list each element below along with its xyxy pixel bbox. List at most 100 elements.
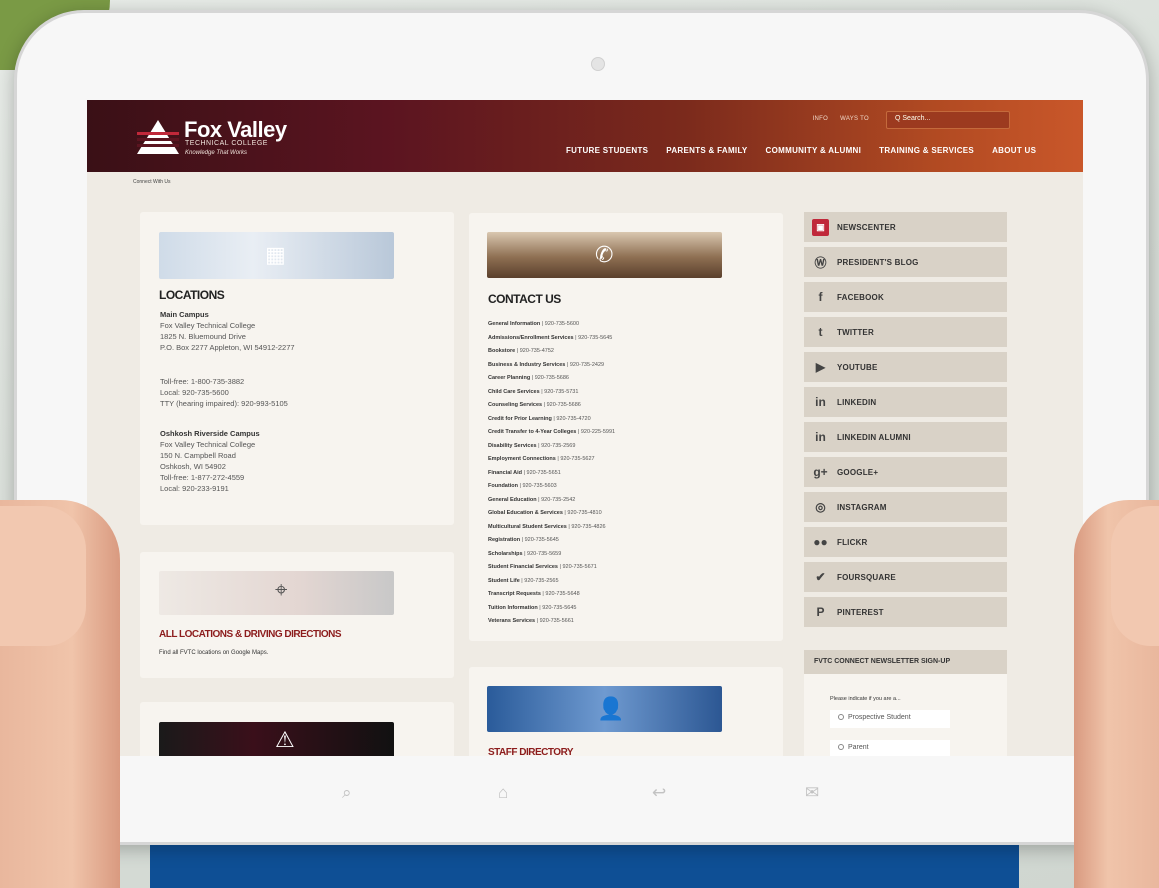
nav-parents-family[interactable]: PARENTS & FAMILY [666,146,747,155]
mail-icon[interactable]: ✉ [805,783,819,803]
contact-row: Credit Transfer to 4-Year Colleges | 920… [488,429,616,435]
contact-phone[interactable]: 920-735-4720 [556,416,590,422]
social-link-instagram[interactable]: ◎ INSTAGRAM [804,492,1007,522]
alert-panel: ⚠ [140,702,454,756]
contact-title: CONTACT US [488,292,561,306]
contact-name: Credit Transfer to 4-Year Colleges [488,429,577,435]
twitter-icon: t [818,325,823,339]
contact-phone[interactable]: 920-735-2569 [541,443,575,449]
social-link-google[interactable]: g+ GOOGLE+ [804,457,1007,487]
social-link-twitter[interactable]: t TWITTER [804,317,1007,347]
contact-name: Business & Industry Services [488,361,566,368]
contact-phone[interactable]: 920-735-5645 [525,537,559,543]
site-logo-subtitle: TECHNICAL COLLEGE [185,140,268,147]
building-icon: ▦ [265,242,286,267]
radio-button[interactable] [838,714,844,720]
contact-list: General Information | 920-735-5600 Admiss… [488,318,778,629]
pinterest-icon: P [816,605,825,619]
contact-name: Veterans Services [488,618,536,624]
left-thumb [0,506,86,646]
staff-directory-image[interactable]: 👤 [487,686,722,732]
phone-line: Local: 920-735-5600 [160,388,229,397]
search-icon[interactable]: ⌕ [342,783,352,803]
search-input[interactable]: Q Search... [886,111,1010,129]
contact-phone[interactable]: 920-735-5627 [560,456,594,462]
newsletter-option-parent[interactable]: Parent [830,740,950,756]
contact-name: Counseling Services [488,402,543,408]
radio-button[interactable] [838,744,844,750]
contact-row: Registration | 920-735-5645 [488,537,559,543]
main-campus-block: Main Campus Fox Valley Technical College… [160,309,360,353]
contact-phone[interactable]: 920-735-5659 [527,551,561,557]
contact-phone[interactable]: 920-735-5731 [544,389,578,395]
social-sidebar: ▣ NEWSCENTER Ⓦ PRESIDENT'S BLOG f FACEBOOK t TW… [804,212,1007,632]
instagram-icon: ◎ [815,500,826,514]
contact-phone[interactable]: 920-735-4826 [571,524,605,530]
contact-phone[interactable]: 920-735-2542 [541,497,575,503]
driving-directions-text: Find all FVTC locations on Google Maps. [159,650,269,656]
contact-name: Global Education & Services [488,510,563,516]
utility-link[interactable]: INFO [813,116,829,122]
contact-phone[interactable]: 920-735-5648 [545,591,579,597]
nav-about-us[interactable]: ABOUT US [992,146,1036,155]
driving-directions-link[interactable]: ALL LOCATIONS & DRIVING DIRECTIONS [159,629,342,640]
contact-phone[interactable]: 920-735-5603 [522,483,556,489]
social-link-youtube[interactable]: ▶ YOUTUBE [804,352,1007,382]
oshkosh-campus-name: Oshkosh Riverside Campus [160,429,260,438]
contact-phone[interactable]: 920-735-2429 [570,362,604,368]
contact-phone[interactable]: 920-735-5651 [527,470,561,476]
nav-community-alumni[interactable]: COMMUNITY & ALUMNI [766,146,862,155]
contact-phone[interactable]: 920-735-5661 [540,618,574,624]
address-line: Oshkosh, WI 54902 [160,462,226,471]
contact-name: Student Financial Services [488,564,558,570]
contact-phone[interactable]: 920-225-5991 [581,429,615,435]
newsletter-option-prospective[interactable]: Prospective Student [830,710,950,728]
social-label: FOURSQUARE [837,572,896,582]
social-link-linkedin[interactable]: in LINKEDIN [804,387,1007,417]
staff-directory-link[interactable]: STAFF DIRECTORY [488,747,574,756]
home-icon[interactable]: ⌂ [498,783,508,803]
tablet-home-bar: ⌕ ⌂ ↩ ✉ [90,770,1080,820]
contact-name: Admissions/Enrollment Services [488,334,574,341]
social-link-pinterest[interactable]: P PINTEREST [804,597,1007,627]
fvtc-logo-icon[interactable] [135,118,181,156]
social-link-foursquare[interactable]: ✔ FOURSQUARE [804,562,1007,592]
contact-phone[interactable]: 920-735-5645 [578,335,612,341]
google-plus-icon: g+ [813,465,828,479]
utility-link[interactable]: WAYS TO [840,116,869,122]
map-image[interactable]: ⌖ [159,571,394,615]
option-label: Prospective Student [848,714,911,721]
contact-phone[interactable]: 920-735-2565 [524,578,558,584]
contact-row: Bookstore | 920-735-4752 [488,348,554,354]
back-icon[interactable]: ↩ [652,783,666,803]
contact-phone[interactable]: 920-735-5600 [545,321,579,327]
social-link-president-s-blog[interactable]: Ⓦ PRESIDENT'S BLOG [804,247,1007,277]
nav-future-students[interactable]: FUTURE STUDENTS [566,146,648,155]
social-link-linkedin-alumni[interactable]: in LINKEDIN ALUMNI [804,422,1007,452]
contact-phone[interactable]: 920-735-5645 [542,605,576,611]
social-link-newscenter[interactable]: ▣ NEWSCENTER [804,212,1007,242]
social-link-facebook[interactable]: f FACEBOOK [804,282,1007,312]
contact-panel: ✆ CONTACT US General Information | 920-7… [469,213,783,641]
locations-panel: ▦ LOCATIONS Main Campus Fox Valley Techn… [140,212,454,525]
address-line: P.O. Box 2277 Appleton, WI 54912-2277 [160,343,295,352]
contact-row: Employment Connections | 920-735-5627 [488,456,595,462]
contact-phone[interactable]: 920-735-5686 [547,402,581,408]
contact-row: Transcript Requests | 920-735-5648 [488,591,580,597]
phone-line: TTY (hearing impaired): 920-993-5105 [160,399,288,408]
alert-image[interactable]: ⚠ [159,722,394,756]
address-line: Fox Valley Technical College [160,321,256,330]
social-label: LINKEDIN ALUMNI [837,432,911,442]
contact-phone[interactable]: 920-735-5671 [563,564,597,570]
driving-directions-panel: ⌖ ALL LOCATIONS & DRIVING DIRECTIONS Fin… [140,552,454,678]
contact-name: Student Life [488,577,520,584]
facebook-icon: f [818,290,823,304]
breadcrumb[interactable]: Connect With Us [133,179,171,185]
social-link-flickr[interactable]: ●● FLICKR [804,527,1007,557]
contact-name: Career Planning [488,375,531,381]
contact-phone[interactable]: 920-735-4810 [567,510,601,516]
nav-training-services[interactable]: TRAINING & SERVICES [879,146,974,155]
contact-phone[interactable]: 920-735-5686 [535,375,569,381]
person-icon: 👤 [597,696,625,721]
contact-phone[interactable]: 920-735-4752 [520,348,554,354]
